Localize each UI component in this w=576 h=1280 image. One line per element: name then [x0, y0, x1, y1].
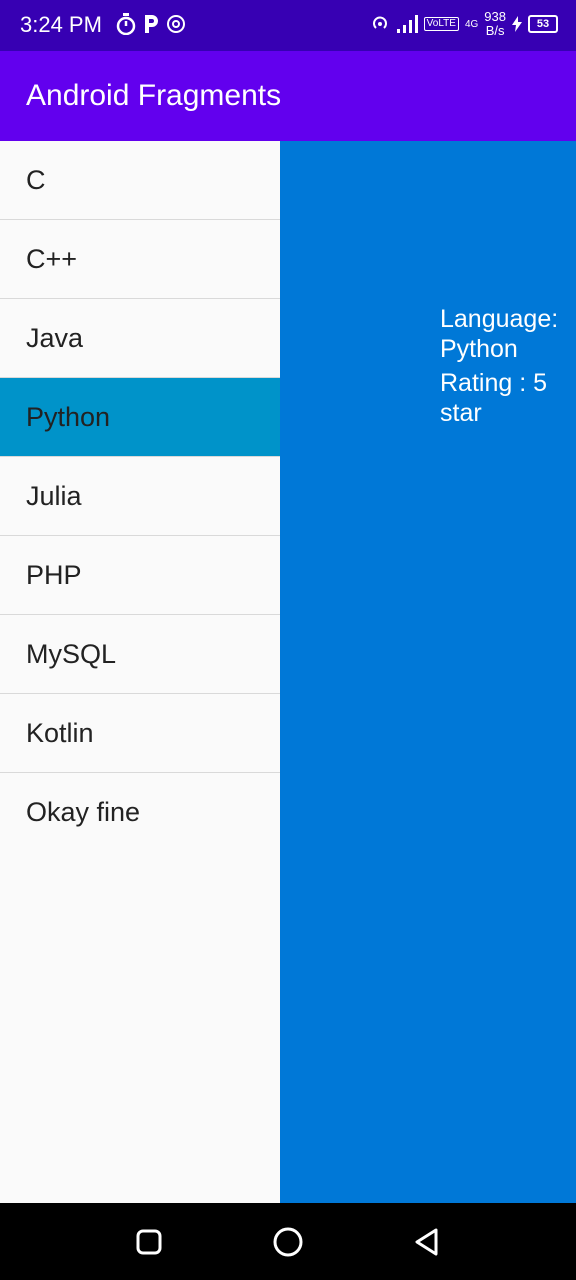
- list-item-label: PHP: [26, 560, 82, 590]
- recents-icon[interactable]: [134, 1227, 164, 1257]
- status-time: 3:24 PM: [20, 12, 102, 37]
- network-type: 4G: [464, 18, 479, 30]
- status-right-icons: VoLTE 4G 938 B/s 53: [370, 10, 558, 38]
- list-item[interactable]: Kotlin: [0, 694, 280, 773]
- list-item-label: MySQL: [26, 639, 117, 669]
- list-item[interactable]: Julia: [0, 457, 280, 536]
- p-app-icon: [145, 15, 158, 33]
- list-item-label: Python: [26, 402, 111, 432]
- signal-bars-icon: [396, 15, 418, 33]
- language-text: Language: Python: [440, 305, 559, 363]
- nav-bar: [0, 1203, 576, 1280]
- hotspot-icon: [372, 16, 387, 29]
- battery-indicator: 53: [528, 15, 558, 33]
- volte-badge: VoLTE: [423, 17, 459, 31]
- list-item-selected[interactable]: Python: [0, 378, 280, 457]
- list-item[interactable]: Java: [0, 299, 280, 378]
- list-item-label: Java: [26, 323, 84, 353]
- list-item[interactable]: C: [0, 141, 280, 220]
- back-icon[interactable]: [412, 1227, 442, 1257]
- home-icon[interactable]: [272, 1226, 304, 1258]
- charging-icon: [512, 16, 522, 32]
- language-list: C C++ Java Python Julia PHP MySQL Kotlin…: [0, 141, 280, 1203]
- list-item-label: C++: [26, 244, 78, 274]
- net-speed-value: 938: [484, 9, 506, 24]
- status-bar: 3:24 PM VoLTE 4G 938 B/s 53: [0, 0, 576, 51]
- list-item-label: Okay fine: [26, 797, 141, 827]
- rating-text: Rating : 5 star: [440, 369, 548, 427]
- signal-app-icon: [167, 15, 185, 33]
- list-item-label: Kotlin: [26, 718, 94, 748]
- net-speed: 938 B/s: [484, 10, 506, 38]
- screen: 3:24 PM VoLTE 4G 938 B/s 53 Android Frag…: [0, 0, 576, 1280]
- list-item-label: Julia: [26, 481, 82, 511]
- detail-pane: Language: Python Rating : 5 star: [280, 141, 576, 1203]
- app-title: Android Fragments: [26, 79, 282, 112]
- list-item[interactable]: C++: [0, 220, 280, 299]
- list-item[interactable]: PHP: [0, 536, 280, 615]
- net-speed-unit: B/s: [485, 23, 505, 38]
- list-item[interactable]: MySQL: [0, 615, 280, 694]
- timer-icon: [116, 13, 136, 35]
- list-item-label: C: [26, 165, 46, 195]
- status-left-icons: [116, 13, 186, 35]
- list-item[interactable]: Okay fine: [0, 773, 280, 851]
- detail-text: Language: Python Rating : 5 star: [440, 304, 570, 428]
- app-bar: Android Fragments: [0, 51, 576, 141]
